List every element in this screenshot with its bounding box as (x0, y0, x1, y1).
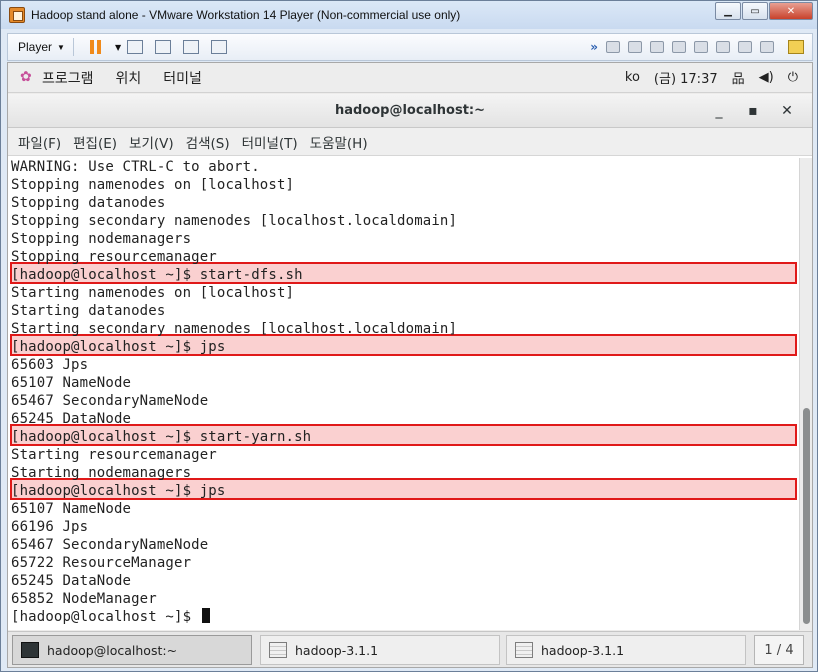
terminal-line: 65107 NameNode (11, 375, 132, 391)
vmware-window: Hadoop stand alone - VMware Workstation … (0, 0, 818, 672)
taskbar-item-folder-1[interactable]: hadoop-3.1.1 (260, 635, 500, 665)
pause-icon[interactable] (88, 40, 104, 54)
terminal-line: 65467 SecondaryNameNode (11, 537, 209, 553)
clock[interactable]: (금) 17:37 (654, 68, 718, 87)
guest-desktop: 프로그램 위치 터미널 ko (금) 17:37 品 ◀) ⏻ hadoop@l… (7, 62, 813, 668)
network-adapter-icon[interactable] (606, 41, 620, 53)
terminal-window: hadoop@localhost:~ _ ▪ ✕ 파일(F) 편집(E) 보기(… (8, 94, 812, 630)
hdd-icon[interactable] (716, 41, 730, 53)
terminal-line: Starting nodemanagers (11, 465, 192, 481)
vmware-window-controls: ▁ ▭ ✕ (714, 2, 813, 20)
terminal-line: 65467 SecondaryNameNode (11, 393, 209, 409)
menu-terminal[interactable]: 터미널(T) (242, 132, 298, 152)
top-menu-applications[interactable]: 프로그램 (42, 68, 94, 88)
workspace-pager[interactable]: 1 / 4 (754, 635, 804, 665)
terminal-line: 65107 NameNode (11, 501, 132, 517)
printer-icon[interactable] (672, 41, 686, 53)
terminal-line: [hadoop@localhost ~]$ jps (11, 483, 226, 499)
terminal-line: 65603 Jps (11, 357, 89, 373)
terminal-line: 65722 ResourceManager (11, 555, 192, 571)
removable-devices-icon[interactable] (155, 40, 172, 54)
player-menu-label: Player (18, 40, 53, 54)
menu-search[interactable]: 검색(S) (186, 132, 230, 152)
menu-edit[interactable]: 편집(E) (73, 132, 117, 152)
terminal-icon (21, 642, 39, 658)
terminal-window-controls: _ ▪ ✕ (702, 94, 804, 128)
terminal-output[interactable]: WARNING: Use CTRL-C to abort. Stopping n… (8, 158, 798, 630)
terminal-line: Starting secondary namenodes [localhost.… (11, 321, 458, 337)
minimize-button[interactable]: ▁ (715, 2, 741, 20)
terminal-line: [hadoop@localhost ~]$ jps (11, 339, 226, 355)
taskbar-item-label: hadoop-3.1.1 (295, 642, 379, 658)
unity-icon[interactable] (211, 40, 228, 54)
toolbar-divider (72, 38, 74, 56)
terminal-line: Starting datanodes (11, 303, 166, 319)
maximize-button[interactable]: ▭ (742, 2, 768, 20)
window-list-taskbar: hadoop@localhost:~ hadoop-3.1.1 hadoop-3… (8, 631, 812, 667)
vmware-toolbar: Player ▼ ▼ » (7, 33, 813, 61)
player-menu-button[interactable]: Player ▼ (18, 40, 65, 54)
network-icon[interactable]: 品 (732, 68, 745, 87)
sound-icon[interactable] (694, 41, 708, 53)
input-method-indicator[interactable]: ko (625, 70, 640, 85)
terminal-line: Starting resourcemanager (11, 447, 217, 463)
menu-help[interactable]: 도움말(H) (310, 132, 368, 152)
double-chevron-icon[interactable]: » (590, 40, 598, 54)
fullscreen-icon[interactable] (183, 40, 200, 54)
vmware-titlebar: Hadoop stand alone - VMware Workstation … (1, 1, 817, 29)
power-icon[interactable]: ⏻ (788, 70, 798, 85)
terminal-prompt: [hadoop@localhost ~]$ (11, 609, 200, 625)
terminal-line: WARNING: Use CTRL-C to abort. (11, 159, 260, 175)
terminal-menubar: 파일(F) 편집(E) 보기(V) 검색(S) 터미널(T) 도움말(H) (8, 128, 812, 156)
message-log-icon[interactable] (788, 40, 804, 54)
gnome-top-bar: 프로그램 위치 터미널 ko (금) 17:37 品 ◀) ⏻ (8, 63, 812, 93)
terminal-line: Stopping secondary namenodes [localhost.… (11, 213, 458, 229)
terminal-titlebar: hadoop@localhost:~ _ ▪ ✕ (8, 94, 812, 128)
terminal-maximize-button[interactable]: ▪ (736, 103, 770, 119)
folder-icon (269, 642, 287, 658)
terminal-line: Stopping nodemanagers (11, 231, 192, 247)
terminal-line: Stopping namenodes on [localhost] (11, 177, 295, 193)
volume-icon[interactable]: ◀) (759, 70, 774, 85)
terminal-line: Stopping resourcemanager (11, 249, 217, 265)
terminal-prompt-line[interactable]: [hadoop@localhost ~]$ (11, 608, 210, 626)
terminal-line: Stopping datanodes (11, 195, 166, 211)
close-button[interactable]: ✕ (769, 2, 813, 20)
taskbar-item-label: hadoop-3.1.1 (541, 642, 625, 658)
vmware-window-title: Hadoop stand alone - VMware Workstation … (31, 8, 461, 22)
terminal-line: Starting namenodes on [localhost] (11, 285, 295, 301)
terminal-close-button[interactable]: ✕ (770, 103, 804, 119)
menu-view[interactable]: 보기(V) (129, 132, 174, 152)
terminal-scrollbar[interactable] (799, 158, 812, 630)
system-tray: ko (금) 17:37 品 ◀) ⏻ (625, 68, 812, 87)
terminal-minimize-button[interactable]: _ (702, 103, 736, 119)
text-cursor (201, 608, 210, 623)
chevron-down-icon[interactable]: ▼ (115, 43, 121, 52)
taskbar-item-terminal[interactable]: hadoop@localhost:~ (12, 635, 252, 665)
terminal-line: [hadoop@localhost ~]$ start-dfs.sh (11, 267, 303, 283)
taskbar-item-folder-2[interactable]: hadoop-3.1.1 (506, 635, 746, 665)
scrollbar-thumb[interactable] (803, 408, 810, 624)
folder-icon (515, 642, 533, 658)
applications-icon (20, 69, 34, 85)
vmware-app-icon (9, 7, 25, 23)
display-icon[interactable] (760, 41, 774, 53)
floppy-icon[interactable] (738, 41, 752, 53)
menu-file[interactable]: 파일(F) (18, 132, 61, 152)
device-icons: » (590, 40, 812, 54)
chevron-down-icon: ▼ (57, 42, 65, 52)
top-menu-terminal[interactable]: 터미널 (163, 68, 202, 88)
terminal-line: [hadoop@localhost ~]$ start-yarn.sh (11, 429, 312, 445)
terminal-title: hadoop@localhost:~ (334, 103, 486, 118)
cd-dvd-icon[interactable] (628, 41, 642, 53)
terminal-line: 66196 Jps (11, 519, 89, 535)
terminal-line: 65245 DataNode (11, 573, 132, 589)
taskbar-item-label: hadoop@localhost:~ (47, 642, 178, 658)
top-menu-places[interactable]: 위치 (116, 68, 142, 88)
terminal-line: 65245 DataNode (11, 411, 132, 427)
usb-icon[interactable] (650, 41, 664, 53)
send-ctrl-alt-del-icon[interactable] (127, 40, 144, 54)
terminal-line: 65852 NodeManager (11, 591, 157, 607)
